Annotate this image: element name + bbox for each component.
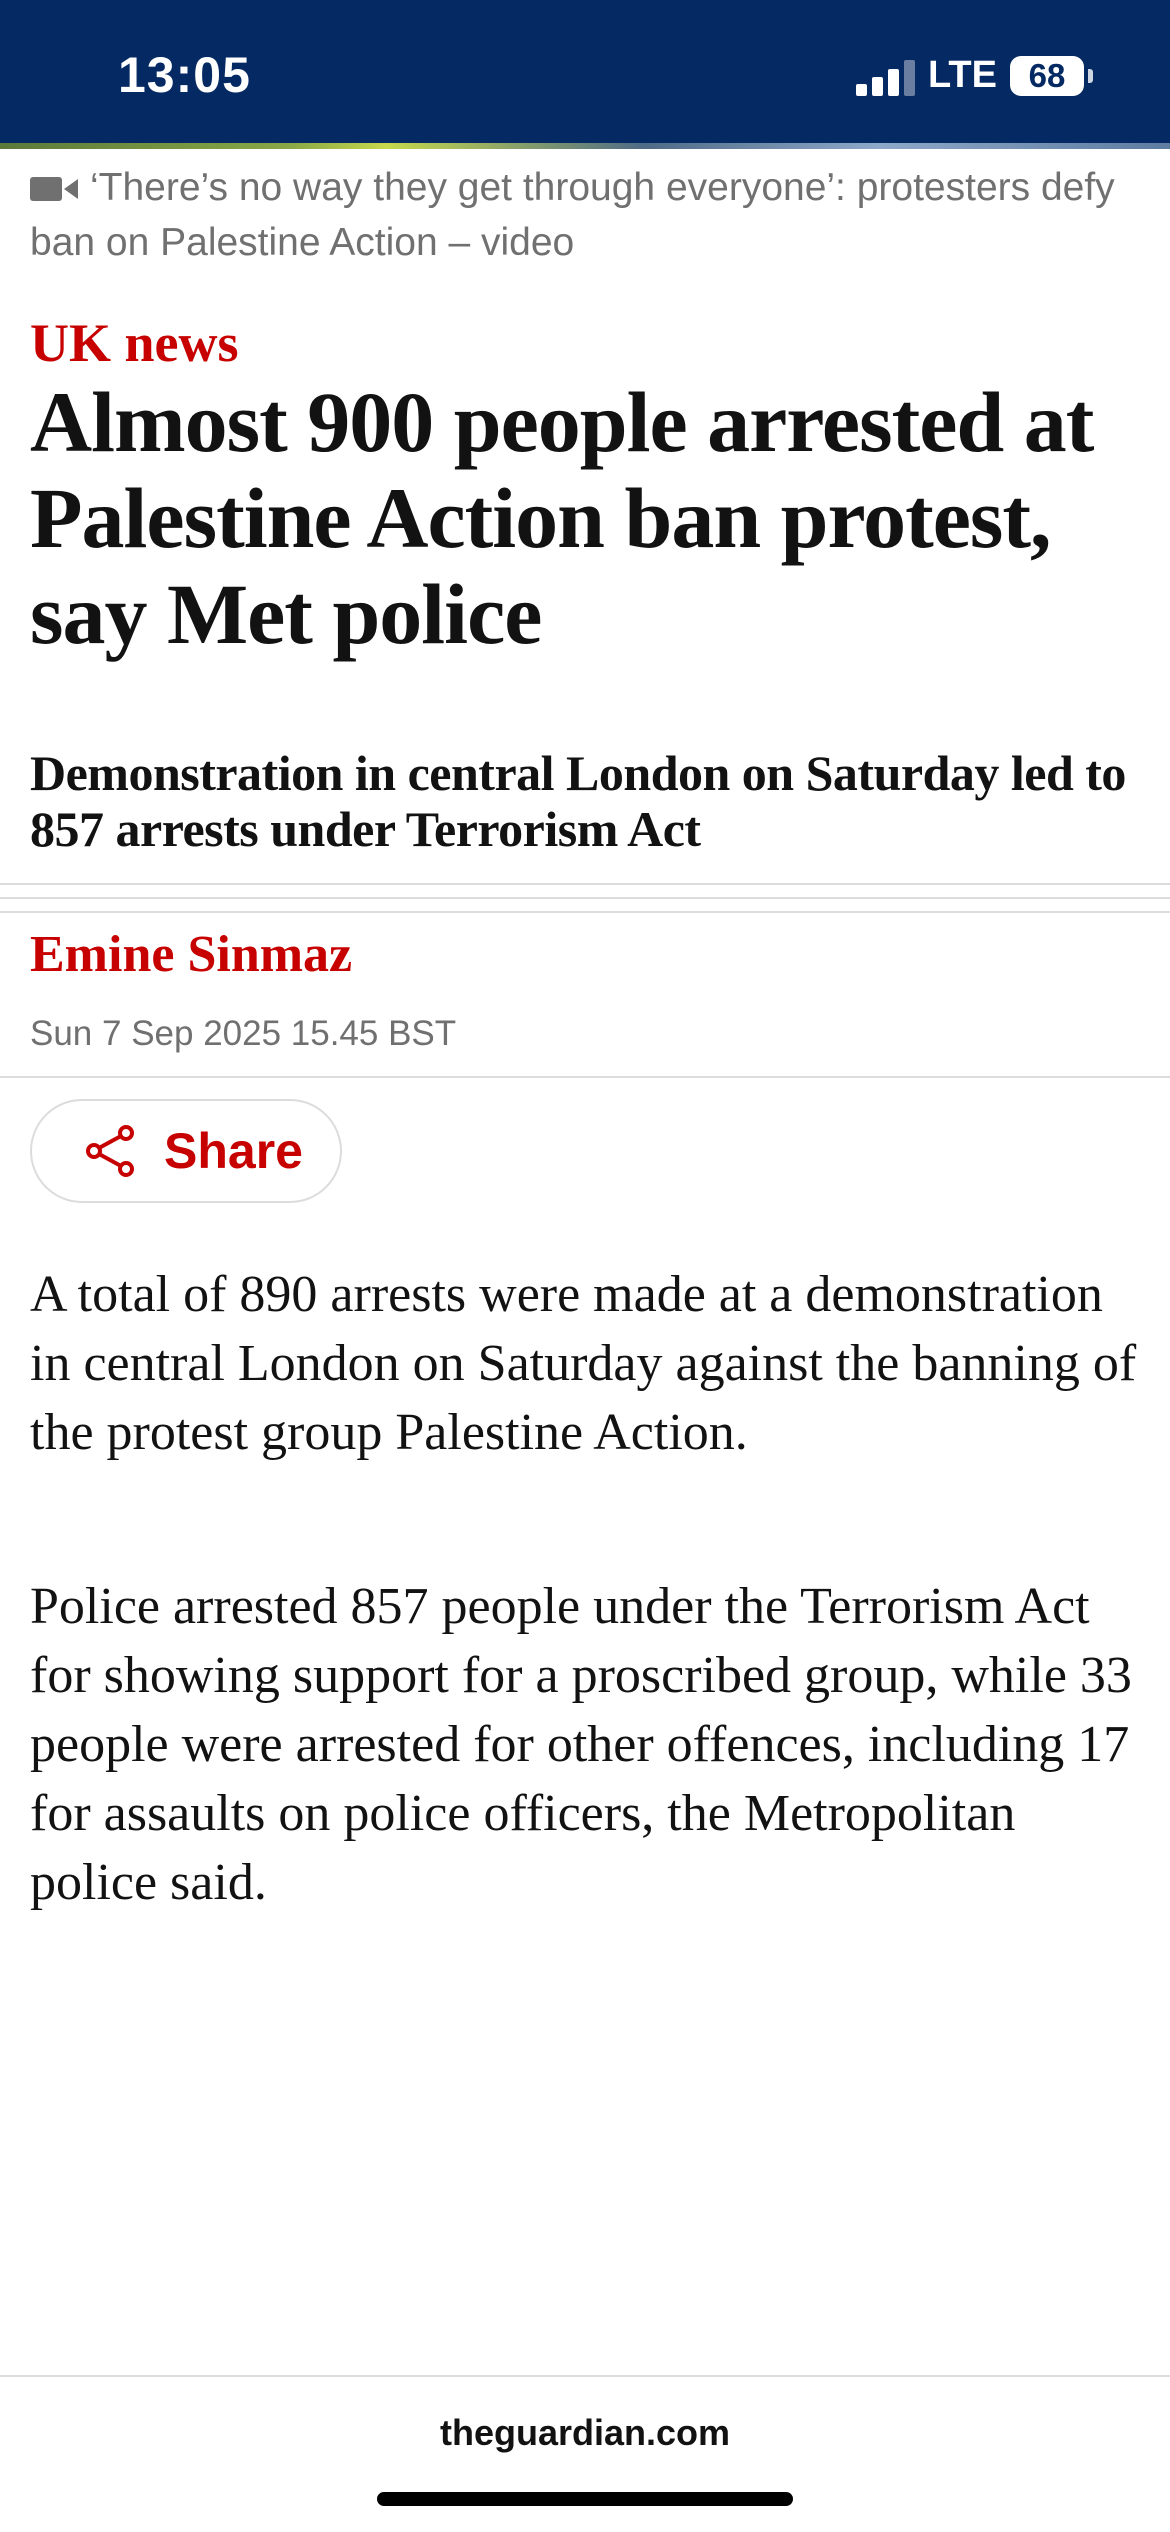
address-bar-url[interactable]: theguardian.com (0, 2412, 1170, 2454)
share-label: Share (164, 1123, 303, 1179)
battery-tip (1088, 69, 1093, 83)
share-button[interactable]: Share (30, 1099, 342, 1203)
divider (0, 897, 1170, 899)
section-label[interactable]: UK news (30, 312, 239, 374)
status-bar: 13:05 LTE 68 (0, 0, 1170, 143)
status-time: 13:05 (118, 47, 251, 103)
divider (0, 1076, 1170, 1078)
hero-image-edge (0, 143, 1170, 149)
publish-date: Sun 7 Sep 2025 15.45 BST (30, 1014, 457, 1053)
divider (0, 911, 1170, 913)
home-indicator[interactable] (377, 2492, 793, 2506)
video-caption-text: ‘There’s no way they get through everyon… (30, 166, 1115, 264)
video-caption[interactable]: ‘There’s no way they get through everyon… (30, 160, 1140, 270)
browser-bar-divider (0, 2375, 1170, 2377)
body-paragraph: Police arrested 857 people under the Ter… (30, 1578, 1132, 1911)
divider (0, 883, 1170, 885)
author-byline[interactable]: Emine Sinmaz (30, 925, 352, 984)
network-type: LTE (928, 54, 997, 96)
battery-icon: 68 (1010, 56, 1084, 96)
article-standfirst: Demonstration in central London on Satur… (30, 745, 1126, 857)
body-paragraph: A total of 890 arrests were made at a de… (30, 1266, 1137, 1461)
share-icon (86, 1125, 134, 1177)
video-camera-icon (30, 177, 78, 201)
cellular-signal-icon (856, 60, 916, 96)
article-headline: Almost 900 people arrested at Palestine … (30, 374, 1094, 662)
